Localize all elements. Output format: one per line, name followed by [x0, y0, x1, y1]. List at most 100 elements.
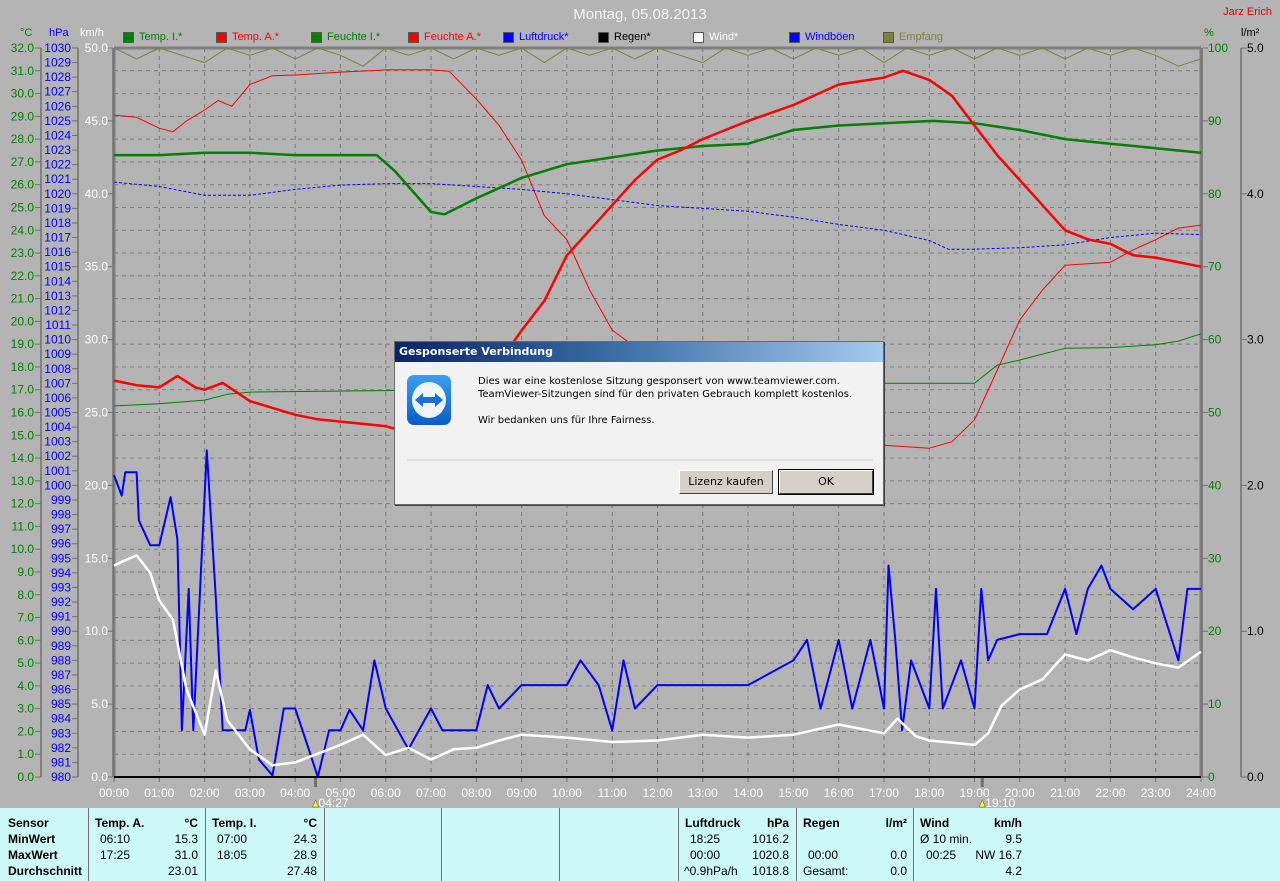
hpa-tick-label: 1015	[44, 260, 71, 274]
x-tick-label: 22:00	[1095, 786, 1125, 800]
legend-item: Wind*	[693, 31, 738, 43]
hpa-tick-label: 995	[51, 551, 71, 565]
celsius-tick-label: 15.0	[11, 428, 35, 442]
hpa-tick-label: 985	[51, 697, 71, 711]
hpa-tick-label: 1025	[44, 114, 71, 128]
percent-unit: %	[1204, 27, 1214, 39]
celsius-tick-label: 32.0	[11, 41, 35, 55]
legend-swatch	[598, 31, 609, 43]
x-tick-label: 16:00	[824, 786, 854, 800]
pressure-avg: 1018.8	[752, 864, 789, 878]
celsius-tick-label: 13.0	[11, 474, 35, 488]
legend-swatch	[408, 31, 419, 43]
pressure-max: 1020.8	[752, 848, 789, 862]
percent-tick-label: 80	[1208, 187, 1222, 201]
x-tick-label: 12:00	[642, 786, 672, 800]
x-tick-label: 13:00	[688, 786, 718, 800]
kmh-tick-label: 15.0	[85, 551, 109, 565]
temp-a-max: 31.0	[174, 848, 198, 862]
x-tick-label: 08:00	[461, 786, 491, 800]
celsius-tick-label: 22.0	[11, 269, 35, 283]
x-tick-label: 07:00	[416, 786, 446, 800]
legend-swatch	[123, 31, 134, 43]
row-label-min: MinWert	[8, 832, 56, 846]
pressure-unit: hPa	[766, 816, 789, 830]
celsius-tick-label: 30.0	[11, 87, 35, 101]
sunset-time-label: 19:10	[985, 796, 1015, 808]
ok-button[interactable]: OK	[778, 469, 874, 495]
temp-a-min: 15.3	[174, 832, 198, 846]
dialog-message-line3: Wir bedanken uns für Ihre Fairness.	[478, 415, 655, 426]
legend-label: Temp. I.*	[139, 31, 183, 43]
celsius-tick-label: 2.0	[17, 724, 34, 738]
temp-a-avg: 23.01	[167, 864, 198, 878]
celsius-tick-label: 5.0	[17, 656, 34, 670]
celsius-tick-label: 6.0	[17, 633, 34, 647]
x-tick-label: 02:00	[190, 786, 220, 800]
dialog-message-line1: Dies war eine kostenlose Sitzung gespons…	[478, 376, 840, 387]
hpa-tick-label: 994	[51, 566, 71, 580]
sponsored-session-dialog: Gesponserte Verbindung Dies war eine kos…	[394, 341, 884, 505]
hpa-tick-label: 998	[51, 508, 71, 522]
hpa-tick-label: 1003	[44, 435, 71, 449]
celsius-tick-label: 3.0	[17, 702, 34, 716]
hpa-tick-label: 989	[51, 639, 71, 653]
percent-tick-label: 40	[1208, 478, 1222, 492]
kmh-tick-label: 40.0	[85, 187, 109, 201]
hpa-tick-label: 1023	[44, 143, 71, 157]
hpa-tick-label: 1009	[44, 347, 71, 361]
celsius-tick-label: 0.0	[17, 770, 34, 784]
kmh-tick-label: 50.0	[85, 41, 109, 55]
celsius-tick-label: 24.0	[11, 223, 35, 237]
celsius-tick-label: 20.0	[11, 314, 35, 328]
celsius-tick-label: 7.0	[17, 611, 34, 625]
percent-tick-label: 20	[1208, 624, 1222, 638]
x-tick-label: 23:00	[1141, 786, 1171, 800]
rain-tick-label: 5.0	[1247, 41, 1264, 55]
legend-label: Wind*	[709, 31, 739, 43]
wind-avg10: 9.5	[1005, 832, 1022, 846]
pressure-max-time: 00:00	[690, 848, 721, 862]
kmh-tick-label: 10.0	[85, 624, 109, 638]
sensor-header: Sensor	[8, 816, 49, 830]
legend-item: Feuchte I.*	[311, 31, 380, 43]
celsius-tick-label: 16.0	[11, 406, 35, 420]
percent-tick-label: 60	[1208, 333, 1222, 347]
x-tick-label: 11:00	[598, 786, 627, 800]
dialog-separator	[407, 459, 873, 461]
legend-item: Empfang	[883, 31, 943, 43]
hpa-tick-label: 1014	[44, 274, 71, 288]
hpa-tick-label: 1008	[44, 362, 71, 376]
rain-tick-label: 3.0	[1247, 333, 1264, 347]
hpa-tick-label: 997	[51, 522, 71, 536]
celsius-tick-label: 27.0	[11, 155, 35, 169]
hpa-tick-label: 1010	[44, 333, 71, 347]
hpa-tick-label: 999	[51, 493, 71, 507]
hpa-tick-label: 1012	[44, 303, 71, 317]
dialog-title[interactable]: Gesponserte Verbindung	[395, 342, 883, 362]
temp-i-unit: °C	[303, 816, 317, 830]
sunrise-time-label: 04:27	[319, 796, 349, 808]
percent-tick-label: 10	[1208, 697, 1222, 711]
hpa-tick-label: 1030	[44, 41, 71, 55]
pressure-header: Luftdruck	[685, 816, 741, 830]
buy-license-button[interactable]: Lizenz kaufen	[679, 470, 773, 494]
kmh-tick-label: 20.0	[85, 478, 109, 492]
celsius-tick-label: 14.0	[11, 451, 35, 465]
hpa-tick-label: 1005	[44, 406, 71, 420]
hpa-tick-label: 1019	[44, 201, 71, 215]
legend-swatch	[883, 31, 894, 43]
percent-tick-label: 90	[1208, 114, 1222, 128]
rain-header: Regen	[803, 816, 840, 830]
hpa-tick-label: 980	[51, 770, 71, 784]
hpa-tick-label: 1021	[44, 172, 71, 186]
legend-label: Feuchte I.*	[327, 31, 381, 43]
legend-item: Feuchte A.*	[408, 31, 481, 43]
teamviewer-logo-icon	[406, 374, 458, 428]
temp-a-max-time: 17:25	[100, 848, 131, 862]
celsius-tick-label: 21.0	[11, 292, 35, 306]
hpa-tick-label: 1000	[44, 478, 71, 492]
legend-label: Temp. A.*	[232, 31, 280, 43]
wind-max-time: 00:25	[926, 848, 957, 862]
kmh-tick-label: 45.0	[85, 114, 109, 128]
